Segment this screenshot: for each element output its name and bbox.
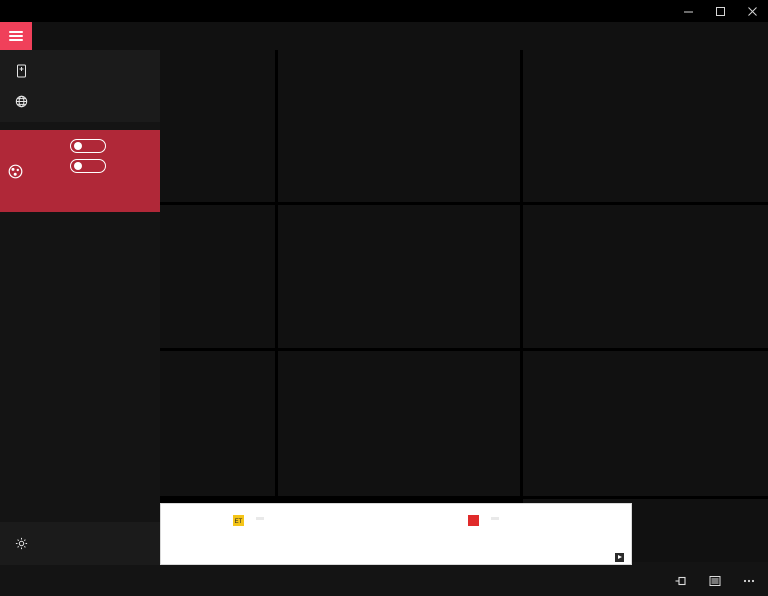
toggle-block-lockscreen [70, 139, 154, 153]
minimize-icon [683, 11, 693, 12]
ad-item[interactable] [396, 504, 631, 564]
hamburger-icon [9, 29, 23, 43]
tile-macaw-feathers[interactable] [278, 351, 520, 496]
wallpaper-grid [160, 46, 768, 562]
toggle-knob [73, 161, 82, 170]
tile-blue-glacier-with-red-plane[interactable] [278, 205, 520, 348]
tile-mossy-waterfall[interactable] [160, 205, 275, 348]
sidebar-item-settings[interactable] [0, 528, 160, 558]
tile-autumn-lake-with-horses[interactable] [278, 50, 520, 202]
powered-by [615, 553, 627, 562]
sidebar-item-create-collection[interactable] [0, 56, 160, 86]
lockscreen-toggle[interactable] [70, 139, 106, 153]
ad-sponsored-badge [256, 517, 264, 520]
ad-body: ET [226, 507, 393, 561]
toggle-block-desktop [70, 159, 154, 173]
ad-meta: ET [233, 513, 388, 526]
window-controls [672, 0, 768, 22]
more-button[interactable] [734, 565, 764, 596]
pin-button[interactable] [666, 565, 696, 596]
app-window: ET [0, 0, 768, 596]
globe-grid-icon [10, 95, 32, 108]
msn-icon [615, 553, 624, 562]
more-icon [743, 579, 755, 582]
close-button[interactable] [736, 0, 768, 22]
sidebar-source-bing[interactable] [0, 130, 160, 212]
menu-button[interactable] [0, 22, 32, 50]
pin-icon [675, 576, 686, 585]
tile-blue-ice-glacier[interactable] [523, 351, 768, 496]
ad-banner: ET [160, 503, 632, 565]
minimize-button[interactable] [672, 0, 704, 22]
ad-meta [468, 513, 623, 526]
toggle-knob [73, 141, 82, 150]
ad-thumbnail [164, 507, 226, 561]
desktop-toggle[interactable] [70, 159, 106, 173]
app-header [0, 22, 768, 50]
sidebar-item-online-sources[interactable] [0, 86, 160, 116]
list-button[interactable] [700, 565, 730, 596]
brand-icon [468, 513, 479, 526]
tile-pine-forest-trunks[interactable] [523, 50, 768, 202]
title-bar [0, 0, 768, 22]
bing-globe-icon [0, 164, 30, 179]
ad-item[interactable]: ET [161, 504, 396, 564]
gear-icon [10, 537, 32, 550]
svg-text:ET: ET [235, 519, 243, 525]
list-icon [709, 575, 721, 586]
ad-sponsored-badge [491, 517, 499, 520]
ad-body [461, 507, 628, 561]
close-icon [747, 6, 757, 16]
tile-milky-way-night-sky[interactable] [523, 205, 768, 348]
maximize-icon [715, 6, 725, 16]
sidebar [0, 50, 160, 596]
bottom-toolbar [0, 565, 768, 596]
brand-icon: ET [233, 513, 244, 526]
sidebar-top-section [0, 50, 160, 122]
collection-icon [10, 64, 32, 78]
tile-white-pelican-in-flight[interactable] [160, 50, 275, 202]
maximize-button[interactable] [704, 0, 736, 22]
tile-cherry-blossom-tree[interactable] [160, 351, 275, 496]
source-toggles [70, 137, 154, 179]
ad-thumbnail [399, 507, 461, 561]
